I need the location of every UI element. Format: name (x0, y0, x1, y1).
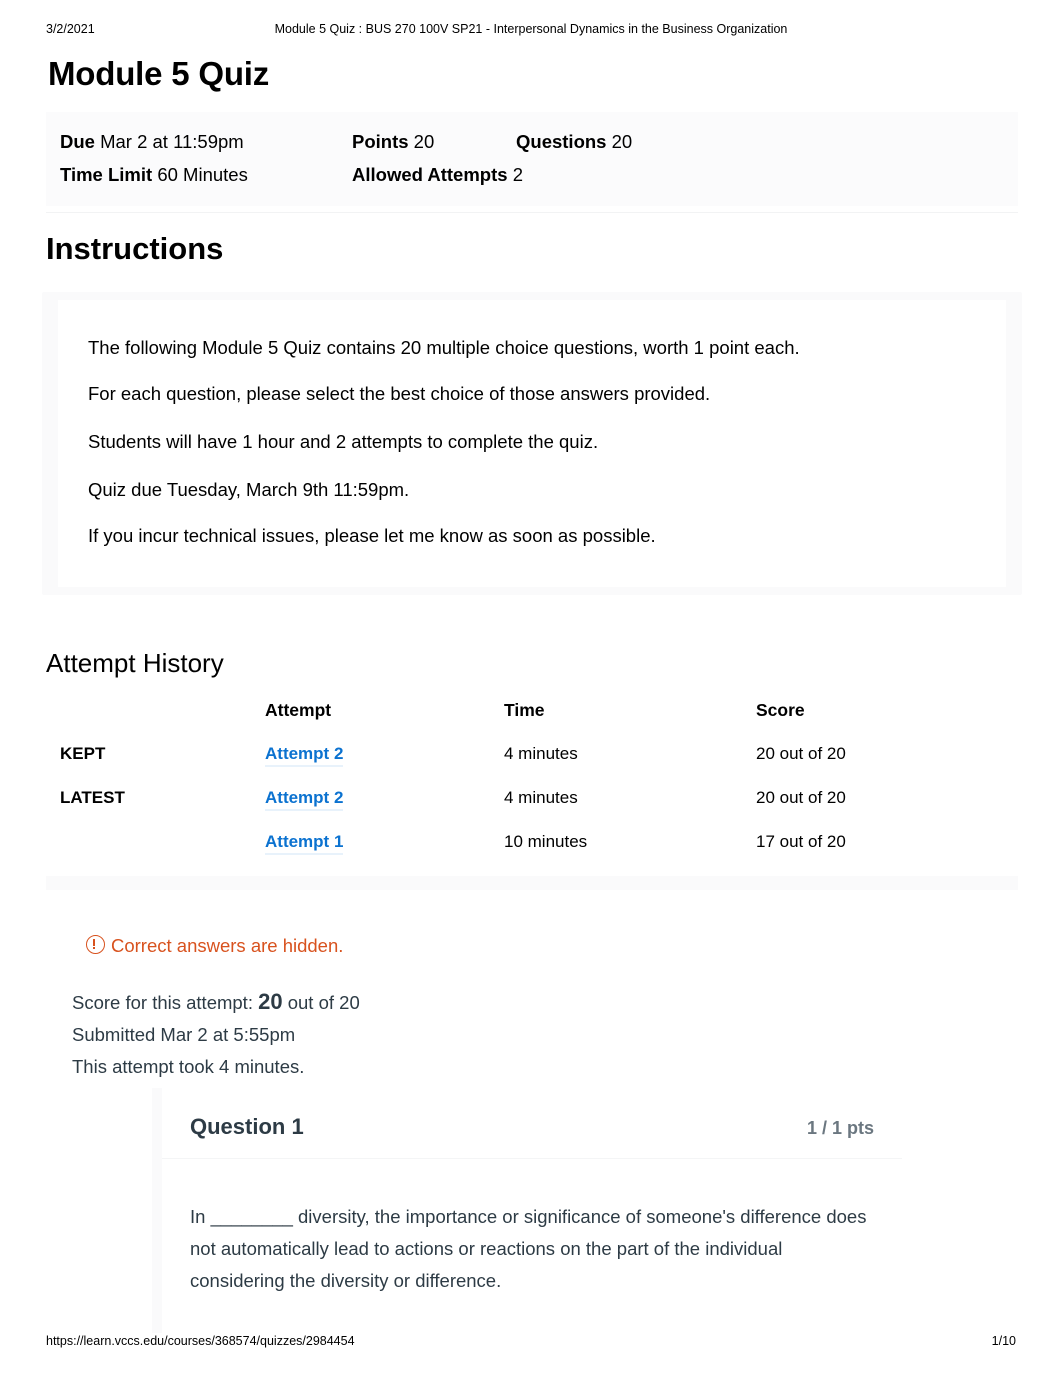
row-status: KEPT (60, 744, 106, 763)
attempt-link[interactable]: Attempt 2 (265, 788, 344, 811)
quiz-print-page: 3/2/2021 Module 5 Quiz : BUS 270 100V SP… (0, 0, 1062, 1377)
attempt-score-suffix: out of 20 (287, 992, 360, 1013)
instructions-heading: Instructions (46, 231, 224, 266)
instructions-paragraph: For each question, please select the bes… (88, 383, 711, 404)
quiz-allowed-attempts-value: 2 (512, 164, 523, 185)
column-header-time: Time (504, 700, 545, 720)
quiz-questions: Questions 20 (516, 131, 632, 153)
hidden-answers-notice: Correct answers are hidden. (86, 934, 343, 958)
quiz-time-limit-label: Time Limit (60, 164, 153, 185)
question-block: Question 1 1 / 1 pts In ________ diversi… (152, 1088, 902, 1334)
quiz-due: Due Mar 2 at 11:59pm (60, 131, 244, 153)
attempt-history-heading: Attempt History (46, 648, 224, 678)
table-row: LATEST Attempt 2 4 minutes 20 out of 20 (46, 788, 1018, 832)
attempt-score-line: Score for this attempt: 20 out of 20 (72, 986, 360, 1019)
print-page-title: Module 5 Quiz : BUS 270 100V SP21 - Inte… (274, 22, 788, 36)
question-left-gutter (152, 1088, 162, 1333)
row-score: 17 out of 20 (756, 832, 846, 851)
instructions-paragraph: Quiz due Tuesday, March 9th 11:59pm. (88, 479, 410, 500)
row-status: LATEST (60, 788, 125, 807)
table-header-row: Attempt Time Score (46, 700, 1018, 744)
quiz-allowed-attempts-label: Allowed Attempts (352, 164, 508, 185)
row-time: 10 minutes (504, 832, 588, 851)
question-text: In ________ diversity, the importance or… (190, 1206, 867, 1291)
question-body: In ________ diversity, the importance or… (162, 1158, 902, 1334)
print-footer-page-number: 1/10 (991, 1334, 1016, 1348)
question-header-inner: Question 1 1 / 1 pts (162, 1088, 902, 1158)
attempt-history-footer-band (46, 876, 1018, 890)
attempt-score-value: 20 (258, 989, 283, 1014)
quiz-points-value: 20 (413, 131, 435, 152)
print-header: 3/2/2021 Module 5 Quiz : BUS 270 100V SP… (0, 22, 1062, 40)
attempt-score-prefix: Score for this attempt: (72, 992, 253, 1013)
quiz-due-label: Due (60, 131, 95, 152)
instructions-body: The following Module 5 Quiz contains 20 … (58, 300, 1006, 587)
attempt-history-table: Attempt Time Score KEPT Attempt 2 4 minu… (46, 700, 1018, 876)
row-time: 4 minutes (504, 788, 578, 807)
page-title: Module 5 Quiz (48, 55, 270, 92)
attempt-link[interactable]: Attempt 1 (265, 832, 344, 855)
table-row: Attempt 1 10 minutes 17 out of 20 (46, 832, 1018, 876)
question-points: 1 / 1 pts (806, 1118, 874, 1138)
hidden-answers-notice-text: Correct answers are hidden. (111, 935, 344, 956)
row-time: 4 minutes (504, 744, 578, 763)
table-row: KEPT Attempt 2 4 minutes 20 out of 20 (46, 744, 1018, 788)
quiz-due-value: Mar 2 at 11:59pm (100, 131, 244, 152)
column-header-attempt: Attempt (265, 700, 332, 720)
instructions-paragraph: The following Module 5 Quiz contains 20 … (88, 337, 800, 358)
print-footer-url: https://learn.vccs.edu/courses/368574/qu… (46, 1334, 355, 1348)
quiz-allowed-attempts: Allowed Attempts 2 (352, 164, 523, 186)
quiz-meta-band: Due Mar 2 at 11:59pm Points 20 Questions… (46, 112, 1018, 206)
row-score: 20 out of 20 (756, 744, 846, 763)
quiz-points: Points 20 (352, 131, 434, 153)
attempt-duration-line: This attempt took 4 minutes. (72, 1056, 305, 1077)
meta-divider (46, 212, 1018, 213)
question-title: Question 1 (190, 1114, 304, 1139)
quiz-points-label: Points (352, 131, 409, 152)
attempt-link[interactable]: Attempt 2 (265, 744, 344, 767)
quiz-questions-label: Questions (516, 131, 607, 152)
instructions-paragraph: Students will have 1 hour and 2 attempts… (88, 431, 599, 452)
warning-circle-icon (86, 935, 105, 954)
attempt-submitted-line: Submitted Mar 2 at 5:55pm (72, 1024, 296, 1045)
quiz-questions-value: 20 (611, 131, 633, 152)
attempt-summary: Score for this attempt: 20 out of 20 Sub… (72, 986, 360, 1083)
quiz-time-limit-value: 60 Minutes (157, 164, 248, 185)
question-header: Question 1 1 / 1 pts (162, 1088, 902, 1158)
instructions-panel: The following Module 5 Quiz contains 20 … (42, 292, 1022, 595)
row-score: 20 out of 20 (756, 788, 846, 807)
instructions-paragraph: If you incur technical issues, please le… (88, 525, 656, 546)
print-footer: https://learn.vccs.edu/courses/368574/qu… (0, 1334, 1062, 1352)
column-header-score: Score (756, 700, 805, 720)
quiz-time-limit: Time Limit 60 Minutes (60, 164, 248, 186)
